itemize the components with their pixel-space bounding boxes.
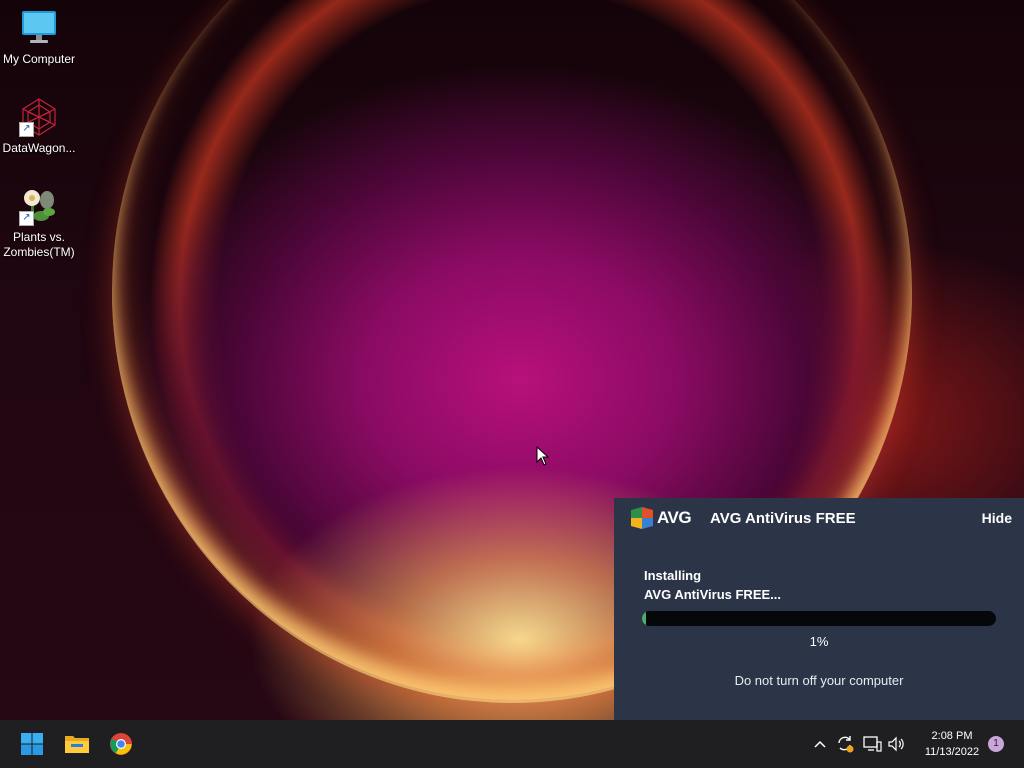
chevron-up-icon[interactable] bbox=[810, 734, 830, 754]
install-note: Do not turn off your computer bbox=[734, 673, 904, 688]
file-explorer-button[interactable] bbox=[61, 728, 93, 760]
mouse-pointer-icon bbox=[536, 445, 550, 471]
datawagon-icon: ↗ bbox=[19, 97, 59, 137]
avg-logo-icon bbox=[631, 507, 653, 529]
folder-icon bbox=[65, 736, 89, 753]
install-progress-bar bbox=[642, 611, 996, 626]
clock-time: 2:08 PM bbox=[931, 730, 973, 742]
install-percent: 1% bbox=[809, 634, 829, 649]
install-status-line2: AVG AntiVirus FREE... bbox=[644, 587, 782, 602]
network-icon[interactable] bbox=[862, 734, 882, 754]
taskbar-clock[interactable]: 2:08 PM 11/13/2022 bbox=[912, 728, 992, 760]
shortcut-arrow-icon: ↗ bbox=[19, 122, 34, 137]
avg-header: AVG AVG AntiVirus FREE Hide bbox=[614, 498, 1024, 540]
install-status: Installing AVG AntiVirus FREE... bbox=[644, 566, 781, 604]
desktop-icon-plants-vs-zombies[interactable]: ↗ Plants vs. Zombies(TM) bbox=[0, 186, 78, 260]
shortcut-arrow-icon: ↗ bbox=[19, 211, 34, 226]
start-button[interactable] bbox=[16, 728, 48, 760]
volume-icon[interactable] bbox=[887, 734, 907, 754]
clock-date: 11/13/2022 bbox=[924, 746, 980, 758]
chrome-icon bbox=[110, 733, 132, 755]
notification-badge[interactable]: 1 bbox=[988, 736, 1004, 752]
chrome-button[interactable] bbox=[105, 728, 137, 760]
desktop-icon-my-computer[interactable]: My Computer bbox=[0, 8, 78, 67]
avg-logo: AVG bbox=[630, 506, 692, 530]
install-status-line1: Installing bbox=[644, 568, 702, 583]
desktop-icon-label: Plants vs. Zombies(TM) bbox=[3, 230, 75, 259]
install-progress-fill bbox=[642, 611, 647, 626]
desktop-icon-datawagon[interactable]: ↗ DataWagon... bbox=[0, 97, 78, 156]
desktop-icon-label: My Computer bbox=[2, 52, 76, 66]
hide-button[interactable]: Hide bbox=[982, 510, 1012, 526]
plants-vs-zombies-icon: ↗ bbox=[19, 186, 59, 226]
desktop: My Computer ↗ DataWagon... ↗ Plants vs. … bbox=[0, 0, 1024, 720]
desktop-icon-label: DataWagon... bbox=[2, 141, 76, 155]
avg-logo-text: AVG bbox=[657, 508, 692, 527]
sync-update-icon[interactable] bbox=[835, 734, 855, 754]
windows-start-icon bbox=[21, 733, 43, 755]
monitor-icon bbox=[19, 8, 59, 48]
avg-title: AVG AntiVirus FREE bbox=[710, 510, 856, 527]
avg-install-panel: AVG AVG AntiVirus FREE Hide Installing A… bbox=[614, 498, 1024, 720]
taskbar: 2:08 PM 11/13/2022 1 bbox=[0, 720, 1024, 768]
